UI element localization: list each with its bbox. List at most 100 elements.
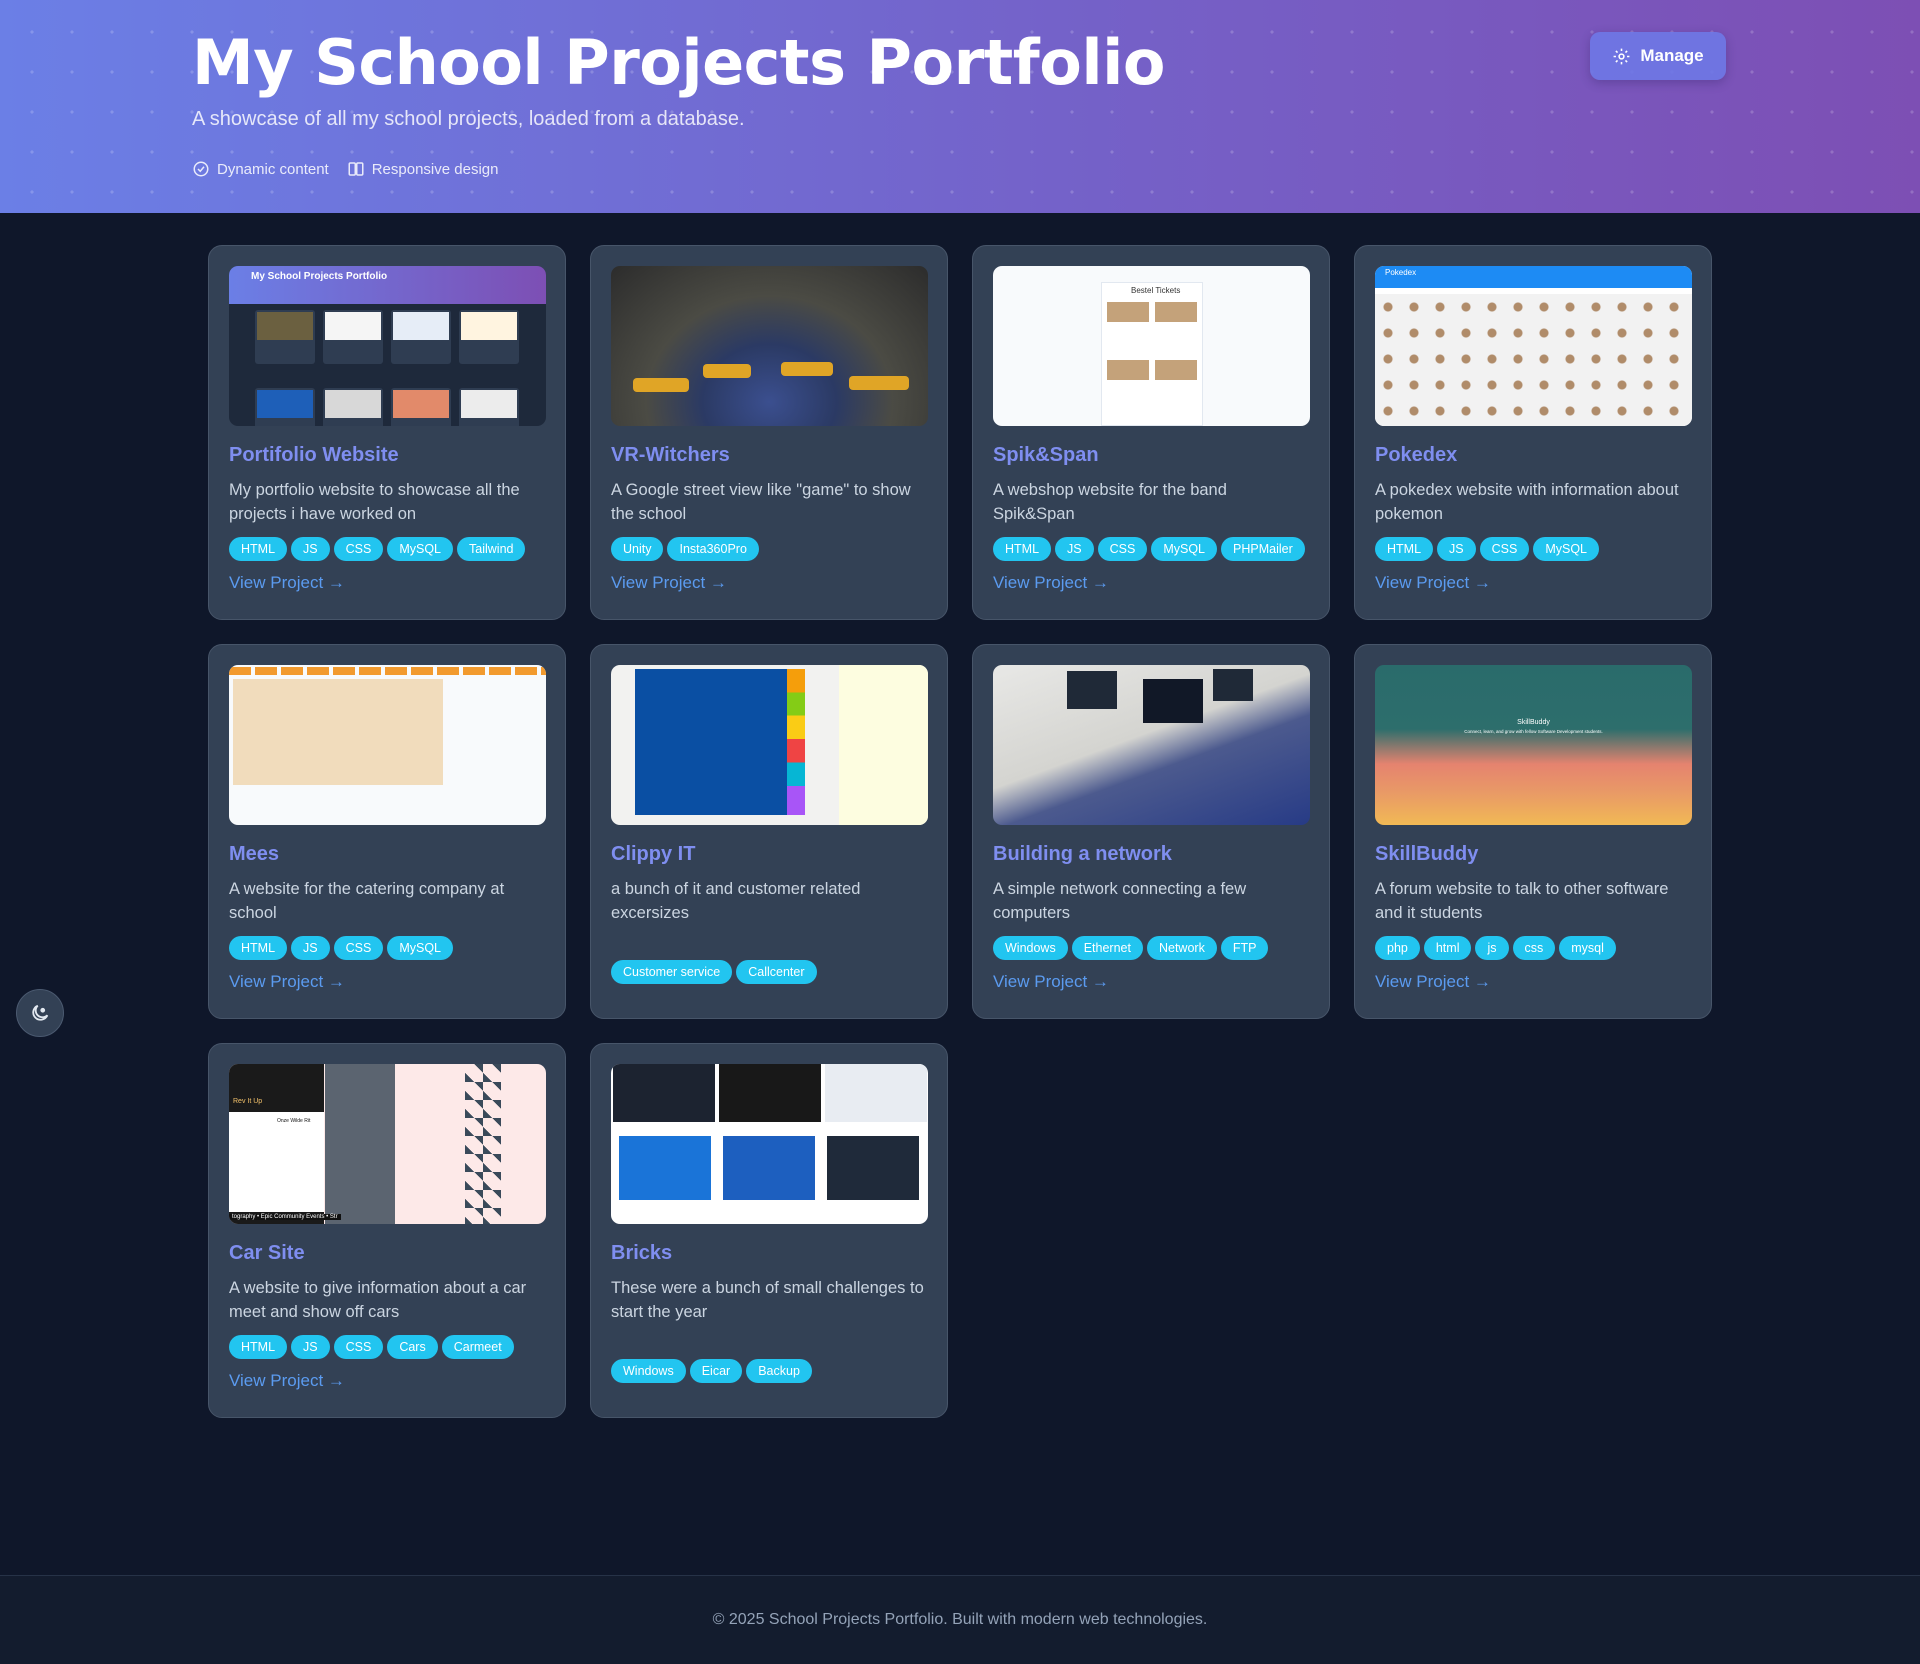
tag: Windows xyxy=(611,1359,686,1383)
page-subtitle: A showcase of all my school projects, lo… xyxy=(192,108,745,130)
thumb-mini-card xyxy=(391,310,451,364)
tag: Eicar xyxy=(689,1359,743,1383)
project-card: Pokedex Pokedex A pokedex website with i… xyxy=(1354,245,1712,620)
project-card: Clippy IT a bunch of it and customer rel… xyxy=(590,644,948,1019)
project-title: Car Site xyxy=(229,1242,305,1264)
project-title: VR-Witchers xyxy=(611,444,730,466)
project-thumbnail[interactable] xyxy=(993,665,1310,825)
tag: php xyxy=(1375,936,1420,960)
project-description: A pokedex website with information about… xyxy=(1375,481,1679,523)
theme-toggle-button[interactable] xyxy=(16,989,64,1037)
tag: CSS xyxy=(333,537,384,561)
thumb-tagline: Connect, learn, and grow with fellow Sof… xyxy=(1464,729,1603,734)
thumb-article-heading: Onze Wilde Rit xyxy=(277,1118,311,1124)
tag: JS xyxy=(1437,537,1476,561)
thumb-mini-card xyxy=(323,388,383,426)
project-thumbnail[interactable]: Bestel Tickets xyxy=(993,266,1310,426)
tag: HTML xyxy=(229,537,288,561)
tag: JS xyxy=(291,537,330,561)
manage-button[interactable]: Manage xyxy=(1590,32,1726,80)
tag-list: Unity Insta360Pro xyxy=(611,537,927,561)
project-card: SkillBuddy Connect, learn, and grow with… xyxy=(1354,644,1712,1019)
tag: CSS xyxy=(333,936,384,960)
tag: PHPMailer xyxy=(1221,537,1305,561)
project-description: A webshop website for the band Spik&Span xyxy=(993,481,1227,523)
tag-list: Customer service Callcenter xyxy=(611,960,927,984)
project-thumbnail[interactable]: SkillBuddy Connect, learn, and grow with… xyxy=(1375,665,1692,825)
tag: JS xyxy=(1055,537,1094,561)
thumb-desk xyxy=(633,378,689,392)
tag: Callcenter xyxy=(736,960,817,984)
tag: Insta360Pro xyxy=(667,537,759,561)
tag: Customer service xyxy=(611,960,733,984)
view-project-link[interactable]: View Project → xyxy=(993,972,1309,992)
tag: Unity xyxy=(611,537,664,561)
view-project-link[interactable]: View Project → xyxy=(993,573,1309,593)
feature-label: Dynamic content xyxy=(217,160,329,178)
thumb-article xyxy=(229,1112,324,1212)
project-title: SkillBuddy xyxy=(1375,843,1479,865)
tag-list: Windows Eicar Backup xyxy=(611,1359,927,1383)
project-thumbnail[interactable]: My School Projects Portfolio xyxy=(229,266,546,426)
tag-list: HTML JS CSS MySQL xyxy=(1375,537,1691,561)
feature-label: Responsive design xyxy=(371,160,499,178)
project-card: Rev It Up Onze Wilde Rit tography • Epic… xyxy=(208,1043,566,1418)
thumb-monitor xyxy=(1067,671,1117,709)
thumb-monitor xyxy=(1213,669,1253,701)
theme-toggle-icon xyxy=(32,1004,49,1021)
project-thumbnail[interactable]: Rev It Up Onze Wilde Rit tography • Epic… xyxy=(229,1064,546,1224)
view-project-link[interactable]: View Project → xyxy=(229,573,545,593)
gear-icon xyxy=(1613,48,1630,64)
thumb-screenshot xyxy=(827,1136,919,1200)
thumb-mini-card xyxy=(391,388,451,426)
tag: css xyxy=(1512,936,1556,960)
tag: CSS xyxy=(333,1335,384,1359)
project-description: a bunch of it and customer related excer… xyxy=(611,880,861,922)
view-project-link[interactable]: View Project → xyxy=(1375,972,1691,992)
project-thumbnail[interactable] xyxy=(229,665,546,825)
view-project-link[interactable]: View Project → xyxy=(229,972,545,992)
tag: HTML xyxy=(229,936,288,960)
project-description: A website for the catering company at sc… xyxy=(229,880,505,922)
thumb-ticket-image xyxy=(1155,360,1197,380)
project-card: VR-Witchers A Google street view like "g… xyxy=(590,245,948,620)
project-thumbnail[interactable] xyxy=(611,665,928,825)
project-thumbnail[interactable] xyxy=(611,1064,928,1224)
project-title: Spik&Span xyxy=(993,444,1099,466)
thumb-screenshot xyxy=(613,1064,715,1122)
thumb-gallery xyxy=(325,1064,395,1224)
hero-header: My School Projects Portfolio A showcase … xyxy=(0,0,1920,213)
thumb-wall xyxy=(839,665,928,825)
view-project-link[interactable]: View Project → xyxy=(1375,573,1691,593)
thumb-mini-card xyxy=(255,388,315,426)
thumb-title: SkillBuddy xyxy=(1517,719,1550,726)
tag: Carmeet xyxy=(441,1335,514,1359)
thumb-desk xyxy=(703,364,751,378)
project-description: My portfolio website to showcase all the… xyxy=(229,481,520,523)
thumb-screenshot xyxy=(719,1064,821,1122)
tag-list: HTML JS CSS Cars Carmeet xyxy=(229,1335,545,1359)
tag: JS xyxy=(291,936,330,960)
page-title: My School Projects Portfolio xyxy=(192,26,1165,99)
project-thumbnail[interactable] xyxy=(611,266,928,426)
tag: Backup xyxy=(746,1359,812,1383)
project-thumbnail[interactable]: Pokedex xyxy=(1375,266,1692,426)
feature-list: Dynamic content Responsive design xyxy=(192,160,498,178)
thumb-screenshot xyxy=(825,1064,927,1122)
tag: MySQL xyxy=(1151,537,1218,561)
view-project-link[interactable]: View Project → xyxy=(229,1371,545,1391)
thumb-mini-card xyxy=(459,310,519,364)
thumb-food-grid xyxy=(233,679,443,785)
project-description: A Google street view like "game" to show… xyxy=(611,481,911,523)
view-project-link[interactable]: View Project → xyxy=(611,573,927,593)
project-title: Bricks xyxy=(611,1242,673,1264)
tag: MySQL xyxy=(1533,537,1600,561)
tag: FTP xyxy=(1220,936,1269,960)
thumb-title: My School Projects Portfolio xyxy=(251,271,388,282)
thumb-mini-card xyxy=(323,310,383,364)
tag: html xyxy=(1423,936,1472,960)
thumb-header-bar xyxy=(1375,266,1692,288)
project-description: A website to give information about a ca… xyxy=(229,1279,527,1321)
thumb-hero-text: Rev It Up xyxy=(233,1098,263,1105)
thumb-screenshot xyxy=(723,1136,815,1200)
